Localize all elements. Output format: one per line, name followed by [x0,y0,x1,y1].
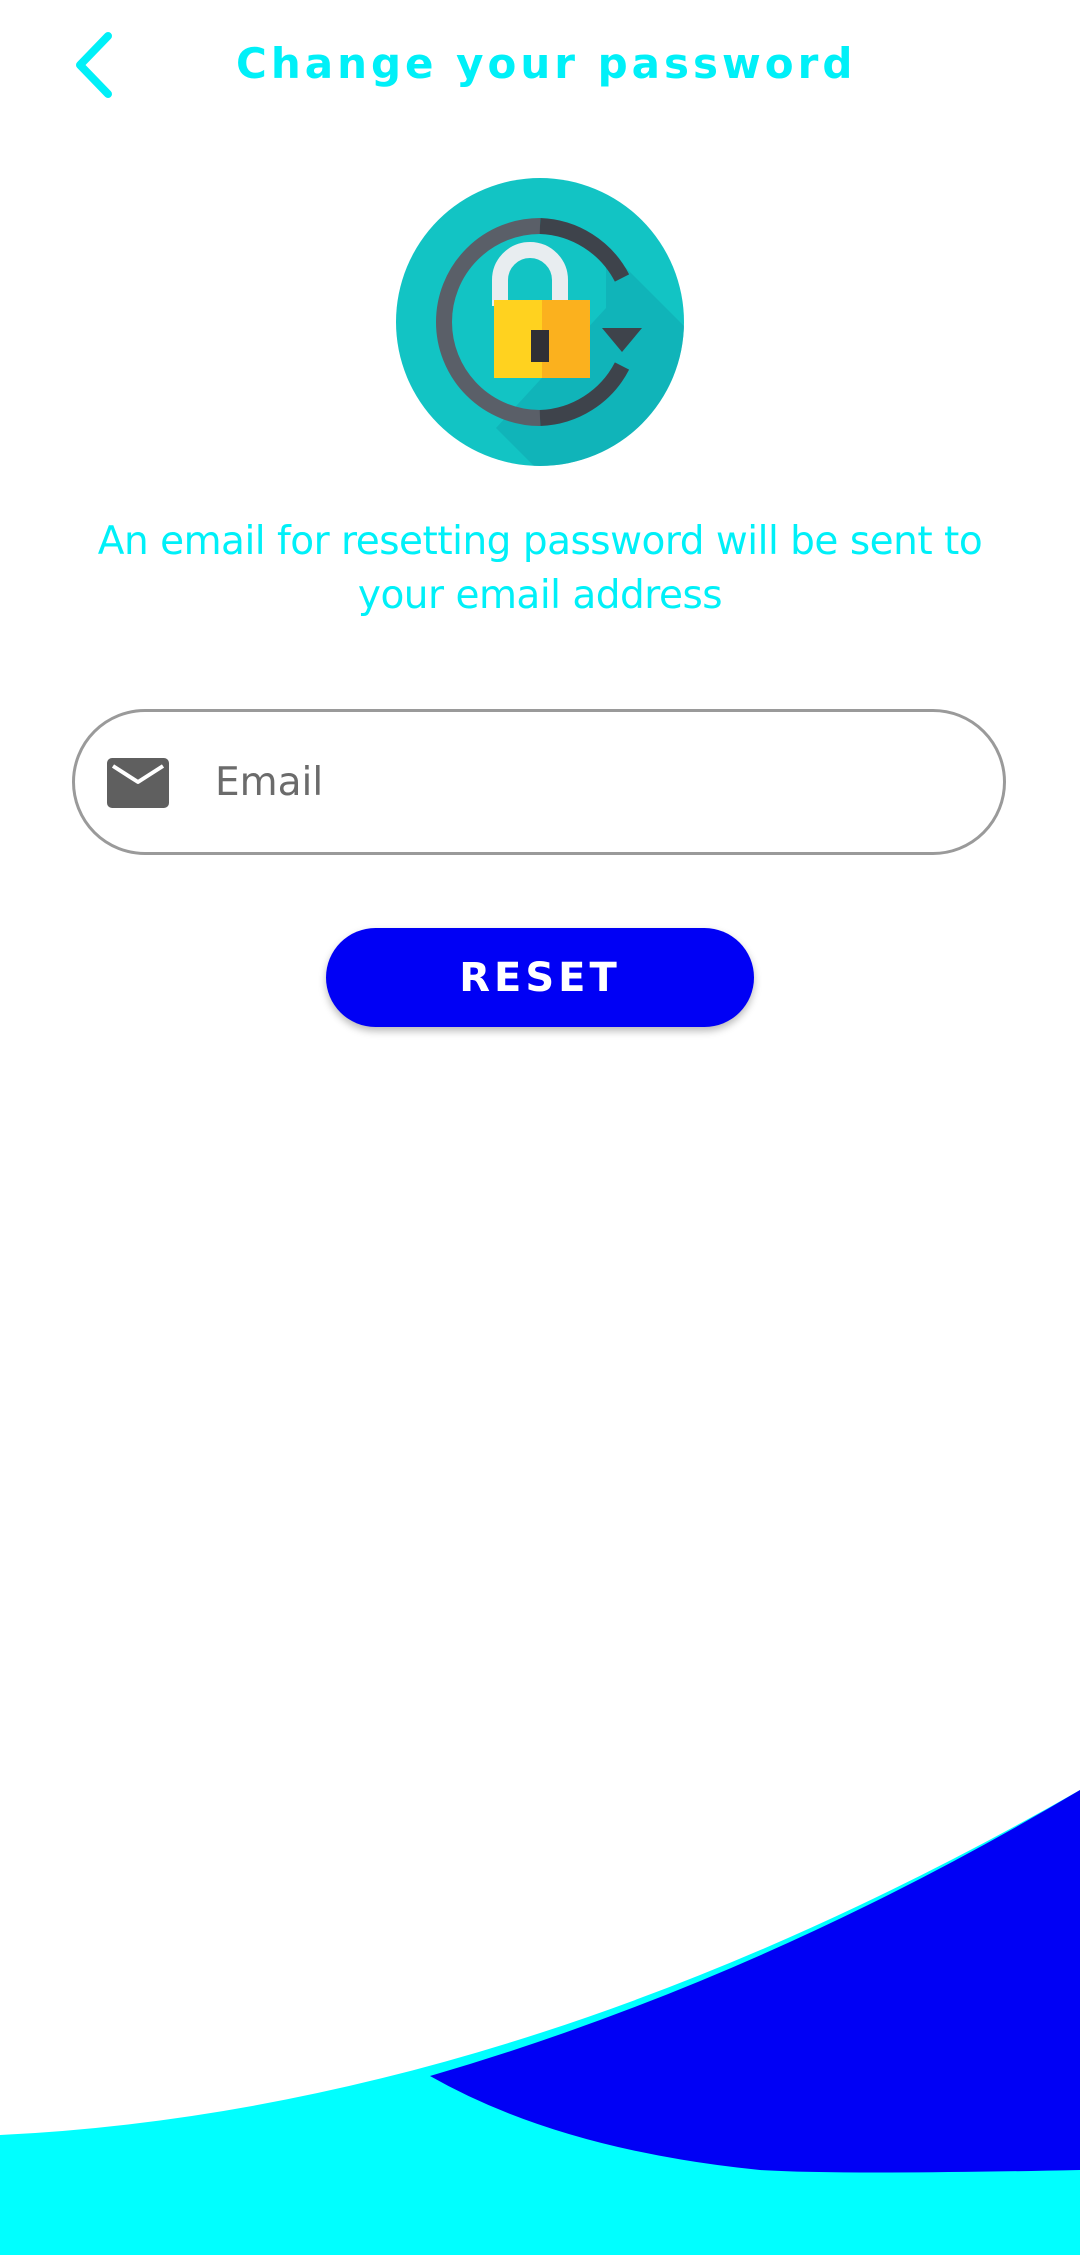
reset-button-label: RESET [459,954,621,1001]
email-field[interactable] [72,709,1006,855]
lock-reset-icon [396,178,684,466]
description-text: An email for resetting password will be … [97,519,983,618]
header: Change your password [0,0,1080,130]
chevron-left-icon [76,32,112,98]
reset-button[interactable]: RESET [326,928,754,1027]
reset-password-screen: Change your password An email for resett… [0,0,1080,2255]
bottom-wave-decoration [0,1790,1080,2255]
mail-icon [107,758,169,808]
back-button[interactable] [60,28,130,102]
email-input[interactable] [215,712,955,852]
page-title: Change your password [236,39,857,88]
